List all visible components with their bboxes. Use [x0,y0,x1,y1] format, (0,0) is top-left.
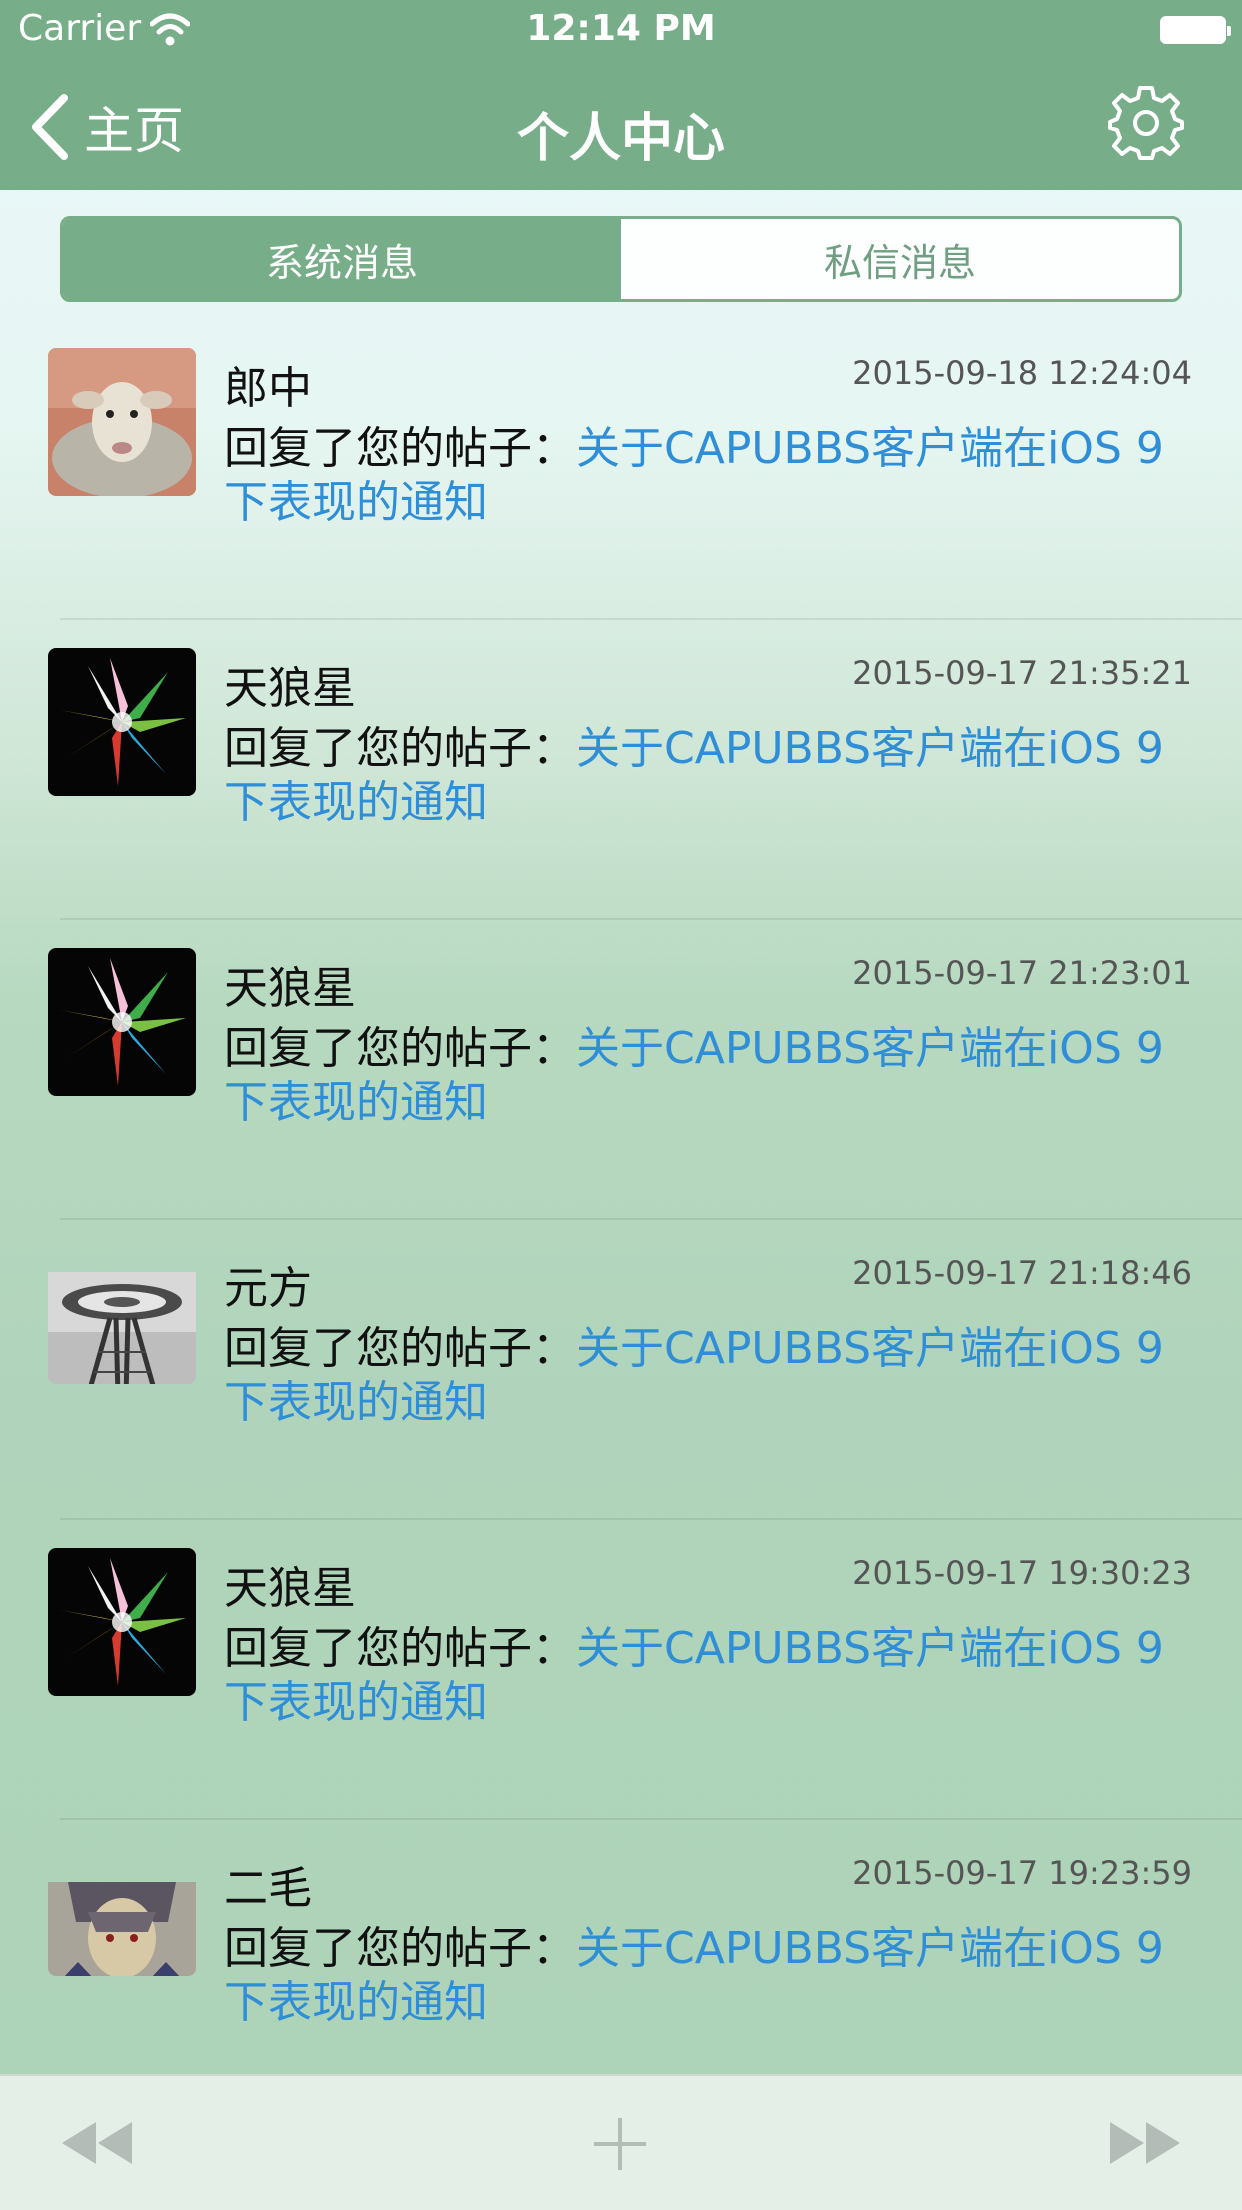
avatar[interactable] [48,1260,196,1384]
timestamp: 2015-09-17 19:30:23 [852,1554,1192,1592]
post-link-continued[interactable]: 下表现的通知 [224,1377,488,1428]
timestamp: 2015-09-18 12:24:04 [852,354,1192,392]
author-name[interactable]: 天狼星 [224,652,356,716]
post-link[interactable]: 关于CAPUBBS客户端在iOS 9 [576,723,1164,774]
author-name[interactable]: 天狼星 [224,1552,356,1616]
clock: 12:14 PM [526,8,716,49]
avatar[interactable] [48,648,196,796]
list-item[interactable]: 天狼星 2015-09-17 21:35:21 回复了您的帖子：关于CAPUBB… [0,620,1242,920]
message-text: 回复了您的帖子：关于CAPUBBS客户端在iOS 9 下表现的通知 [224,722,1184,830]
message-action: 回复了您的帖子： [224,1623,576,1674]
avatar[interactable] [48,348,196,496]
timestamp: 2015-09-17 21:18:46 [852,1254,1192,1292]
message-action: 回复了您的帖子： [224,1023,576,1074]
timestamp: 2015-09-17 19:23:59 [852,1854,1192,1892]
message-action: 回复了您的帖子： [224,423,576,474]
tab-system-messages[interactable]: 系统消息 [63,219,621,299]
bottom-toolbar [0,2074,1242,2210]
post-link[interactable]: 关于CAPUBBS客户端在iOS 9 [576,1923,1164,1974]
color-burst-avatar-image [48,1548,196,1696]
list-item[interactable]: 天狼星 2015-09-17 19:30:23 回复了您的帖子：关于CAPUBB… [0,1520,1242,1820]
post-link-continued[interactable]: 下表现的通知 [224,1677,488,1728]
message-action: 回复了您的帖子： [224,1923,576,1974]
post-link[interactable]: 关于CAPUBBS客户端在iOS 9 [576,1323,1164,1374]
author-name[interactable]: 二毛 [224,1852,312,1916]
author-name[interactable]: 元方 [224,1252,312,1316]
avatar[interactable] [48,1548,196,1696]
message-text: 回复了您的帖子：关于CAPUBBS客户端在iOS 9 下表现的通知 [224,1922,1184,2030]
sheep-avatar-image [48,348,196,496]
space-needle-avatar-image [48,1272,196,1384]
color-burst-avatar-image [48,948,196,1096]
avatar[interactable] [48,948,196,1096]
status-bar: Carrier 12:14 PM [0,0,1242,62]
timestamp: 2015-09-17 21:35:21 [852,654,1192,692]
timestamp: 2015-09-17 21:23:01 [852,954,1192,992]
color-burst-avatar-image [48,648,196,796]
post-link[interactable]: 关于CAPUBBS客户端在iOS 9 [576,423,1164,474]
post-link-continued[interactable]: 下表现的通知 [224,1077,488,1128]
list-item[interactable]: 元方 2015-09-17 21:18:46 回复了您的帖子：关于CAPUBBS… [0,1220,1242,1520]
post-link[interactable]: 关于CAPUBBS客户端在iOS 9 [576,1023,1164,1074]
tab-private-messages[interactable]: 私信消息 [621,219,1179,299]
message-text: 回复了您的帖子：关于CAPUBBS客户端在iOS 9 下表现的通知 [224,1322,1184,1430]
message-text: 回复了您的帖子：关于CAPUBBS客户端在iOS 9 下表现的通知 [224,1622,1184,1730]
list-item[interactable]: 郎中 2015-09-18 12:24:04 回复了您的帖子：关于CAPUBBS… [0,320,1242,620]
message-type-segmented-control: 系统消息 私信消息 [60,216,1182,302]
list-item[interactable]: 天狼星 2015-09-17 21:23:01 回复了您的帖子：关于CAPUBB… [0,920,1242,1220]
navigation-bar: 主页 个人中心 [0,62,1242,190]
post-link-continued[interactable]: 下表现的通知 [224,477,488,528]
message-action: 回复了您的帖子： [224,723,576,774]
page-title: 个人中心 [516,109,725,169]
anime-character-avatar-image [48,1882,196,1976]
message-text: 回复了您的帖子：关于CAPUBBS客户端在iOS 9 下表现的通知 [224,422,1184,530]
post-link[interactable]: 关于CAPUBBS客户端在iOS 9 [576,1623,1164,1674]
avatar[interactable] [48,1864,196,1976]
gear-icon[interactable] [1106,84,1186,164]
post-link-continued[interactable]: 下表现的通知 [224,1977,488,2028]
battery-icon [1160,16,1231,44]
plus-icon[interactable] [592,2116,648,2172]
author-name[interactable]: 郎中 [224,352,312,416]
post-link-continued[interactable]: 下表现的通知 [224,777,488,828]
author-name[interactable]: 天狼星 [224,952,356,1016]
message-action: 回复了您的帖子： [224,1323,576,1374]
fast-forward-icon[interactable] [1108,2118,1184,2168]
message-text: 回复了您的帖子：关于CAPUBBS客户端在iOS 9 下表现的通知 [224,1022,1184,1130]
rewind-icon[interactable] [58,2118,134,2168]
